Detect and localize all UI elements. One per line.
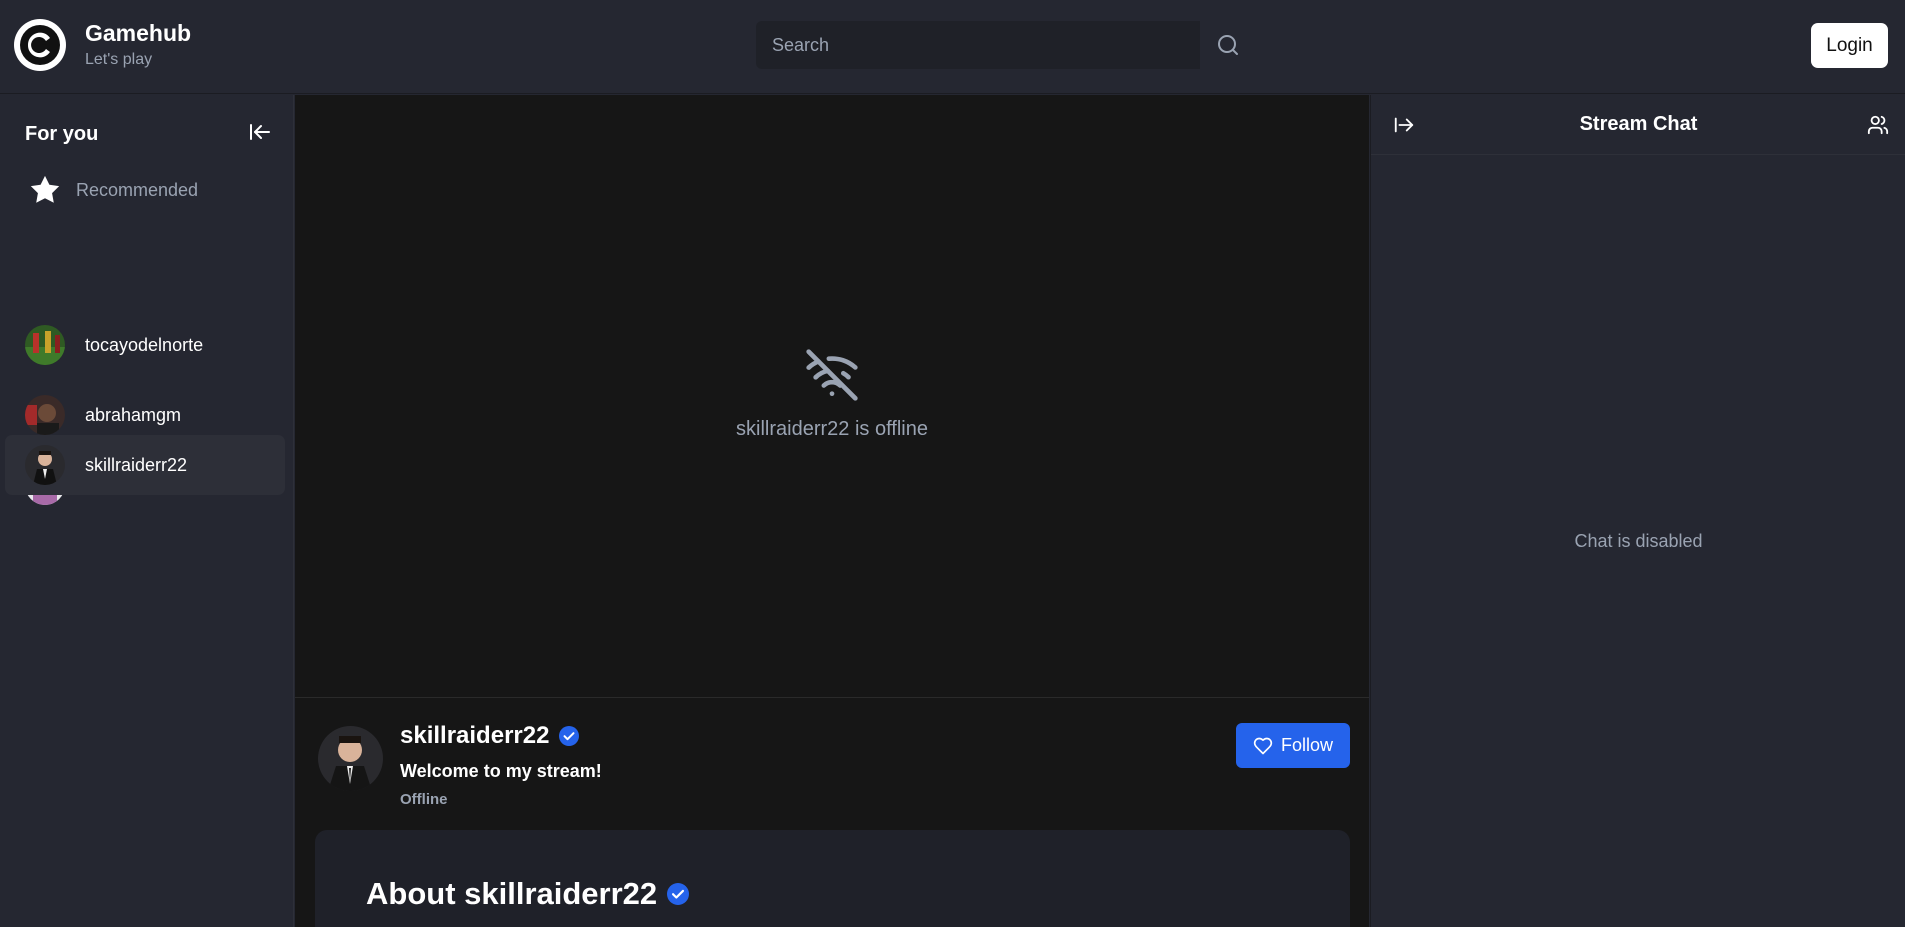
star-icon [30,175,60,203]
brand-tagline: Let's play [85,51,153,68]
sidebar-item-label: tocayodelnorte [85,334,204,355]
top-navbar: Gamehub Let's play Login [0,0,1905,94]
gamehub-logo-icon [14,19,66,71]
chat-disabled-message: Chat is disabled [1574,531,1703,551]
streamer-avatar[interactable] [318,726,383,791]
recommended-header: Recommended [28,173,198,207]
offline-text: skillraiderr22 is offline [736,418,928,440]
sidebar-item-label: abrahamgm [85,404,182,425]
sidebar: For you Recommended tocayodelnorte abrah… [0,95,294,927]
stream-title: Welcome to my stream! [400,761,602,781]
follow-button[interactable]: Follow [1236,723,1350,768]
streamer-username: skillraiderr22 [400,722,550,749]
chat-title: Stream Chat [1579,113,1698,135]
sidebar-item-skillraiderr22[interactable]: skillraiderr22 [5,435,285,495]
search-icon [1218,35,1238,55]
recommended-label: Recommended [76,179,199,200]
heart-icon [1253,737,1273,754]
offline-message: skillraiderr22 is offline [295,347,1369,441]
verified-badge-icon [667,883,690,905]
stream-chat-panel: Stream Chat Chat is disabled [1370,95,1905,927]
sidebar-item-label: skillraiderr22 [85,454,188,475]
follow-label: Follow [1280,735,1333,755]
stream-status: Offline [400,791,448,808]
about-title: About skillraiderr22 [366,876,658,911]
streamer-name: skillraiderr22 [400,722,580,750]
video-player[interactable]: skillraiderr22 is offline [295,95,1369,698]
logo-link[interactable]: Gamehub Let's play [14,19,191,71]
avatar [25,445,65,485]
login-button[interactable]: Login [1811,23,1888,68]
verified-badge-icon [559,726,580,746]
about-card: About skillraiderr22 [315,830,1350,927]
users-icon [1867,115,1889,135]
avatar [25,325,65,365]
brand-name: Gamehub [85,20,192,46]
chat-header: Stream Chat [1371,95,1905,155]
search-button[interactable] [1200,21,1256,69]
about-heading: About skillraiderr22 [366,876,690,912]
wifi-off-icon [806,349,858,401]
search-field[interactable] [756,21,1200,69]
avatar [25,395,65,435]
arrow-left-to-line-icon [250,124,270,140]
main-content: skillraiderr22 is offline skillraiderr22… [295,95,1369,927]
sidebar-collapse-button[interactable] [248,120,272,144]
chat-community-button[interactable] [1867,114,1889,136]
sidebar-title: For you [25,123,99,145]
sidebar-item-tocayodelnorte[interactable]: tocayodelnorte [5,315,285,375]
search-input[interactable] [772,34,1200,56]
